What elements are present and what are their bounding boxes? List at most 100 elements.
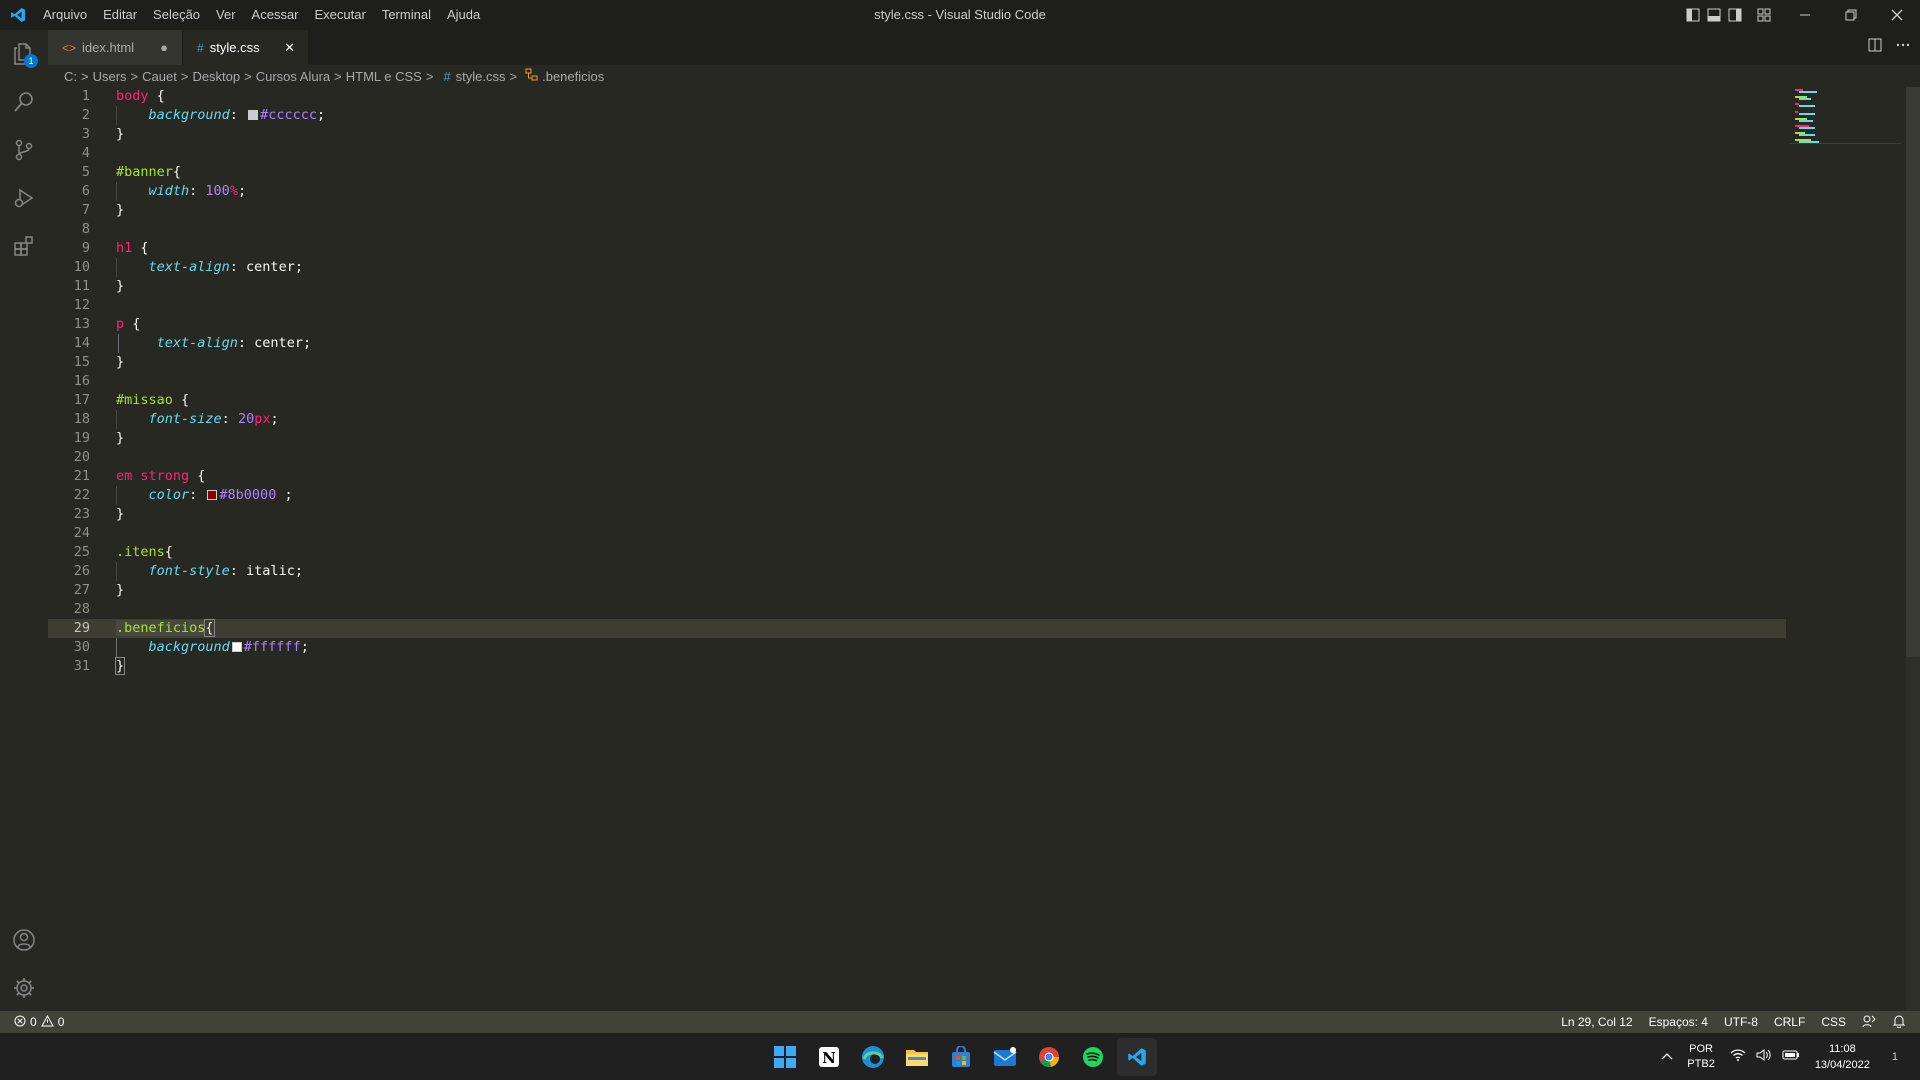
line-number: 19 xyxy=(73,430,90,446)
line-number: 26 xyxy=(73,563,90,579)
edge-browser-icon[interactable] xyxy=(853,1038,893,1076)
customize-layout-icon[interactable] xyxy=(1753,0,1774,30)
breadcrumb-item[interactable]: .beneficios xyxy=(542,69,604,84)
css-file-icon: # xyxy=(443,68,451,84)
accounts-icon[interactable] xyxy=(0,916,48,964)
menu-ajuda[interactable]: Ajuda xyxy=(439,0,488,30)
menu-terminal[interactable]: Terminal xyxy=(374,0,439,30)
extensions-icon[interactable] xyxy=(0,222,48,270)
tab-idex-html[interactable]: <> idex.html ● xyxy=(48,30,184,65)
breadcrumb-item[interactable]: style.css xyxy=(456,69,506,84)
menu-selecao[interactable]: Seleção xyxy=(145,0,208,30)
toggle-secondary-sidebar-icon[interactable] xyxy=(1724,0,1745,30)
code-line: 19} xyxy=(48,429,1786,448)
chevron-right-icon: > xyxy=(244,68,252,84)
line-number: 2 xyxy=(81,107,90,123)
breadcrumb-item[interactable]: C: xyxy=(64,69,77,84)
battery-icon[interactable] xyxy=(1782,1049,1800,1064)
breadcrumb-item[interactable]: Cauet xyxy=(142,69,177,84)
tab-label: idex.html xyxy=(82,40,135,55)
close-window-button[interactable] xyxy=(1874,0,1920,30)
breadcrumb-item[interactable]: Users xyxy=(93,69,127,84)
modified-dot-icon[interactable]: ● xyxy=(156,40,172,55)
code-line: 11} xyxy=(48,277,1786,296)
code-line: 23} xyxy=(48,505,1786,524)
restore-button[interactable] xyxy=(1828,0,1874,30)
code-line: 14 text-align: center; xyxy=(48,334,1786,353)
line-number: 31 xyxy=(73,658,90,674)
feedback-icon[interactable] xyxy=(1862,1014,1876,1031)
input-language[interactable]: POR PTB2 xyxy=(1687,1042,1715,1072)
vertical-scrollbar[interactable] xyxy=(1906,87,1920,1011)
notion-icon[interactable]: N xyxy=(809,1038,849,1076)
notifications-bell-icon[interactable] xyxy=(1892,1014,1906,1031)
code-editor[interactable]: 1 body { 2 background: #cccccc; 3} 4 5 #ba… xyxy=(48,87,1920,1011)
status-bar: 0 0 Ln 29, Col 12 Espaços: 4 UTF-8 CRLF … xyxy=(0,1011,1920,1033)
menu-editar[interactable]: Editar xyxy=(95,0,145,30)
volume-icon[interactable] xyxy=(1756,1048,1772,1065)
code-line: 18 font-size: 20px; xyxy=(48,410,1786,429)
editor-tab-bar: <> idex.html ● # style.css ✕ xyxy=(48,30,1920,65)
color-swatch[interactable] xyxy=(207,490,218,500)
code-line: 8 xyxy=(48,220,1786,239)
color-swatch[interactable] xyxy=(248,110,259,120)
clock-date: 13/04/2022 xyxy=(1814,1058,1870,1071)
breadcrumb: C: > Users > Cauet > Desktop > Cursos Alura >… xyxy=(64,65,604,87)
breadcrumb-item[interactable]: Desktop xyxy=(192,69,240,84)
breadcrumb-item[interactable]: HTML e CSS xyxy=(346,69,422,84)
problems-indicator[interactable]: 0 0 xyxy=(14,1011,64,1033)
error-count: 0 xyxy=(30,1015,37,1029)
menu-acessar[interactable]: Acessar xyxy=(244,0,307,30)
vscode-taskbar-icon[interactable] xyxy=(1117,1038,1157,1076)
windows-start-icon[interactable] xyxy=(765,1038,805,1076)
menu-executar[interactable]: Executar xyxy=(307,0,374,30)
line-number: 17 xyxy=(73,392,90,408)
language-mode[interactable]: CSS xyxy=(1821,1015,1846,1029)
tab-style-css[interactable]: # style.css ✕ xyxy=(183,30,309,65)
microsoft-store-icon[interactable] xyxy=(941,1038,981,1076)
vscode-logo-icon xyxy=(0,0,35,30)
line-number: 12 xyxy=(73,297,90,313)
source-control-icon[interactable] xyxy=(0,126,48,174)
split-editor-icon[interactable] xyxy=(1868,38,1882,57)
line-number: 13 xyxy=(73,316,90,332)
scrollbar-thumb[interactable] xyxy=(1906,87,1920,657)
minimize-button[interactable] xyxy=(1782,0,1828,30)
spotify-icon[interactable] xyxy=(1073,1038,1113,1076)
explorer-icon[interactable]: 1 xyxy=(0,30,48,78)
code-line: 16 xyxy=(48,372,1786,391)
end-of-line[interactable]: CRLF xyxy=(1774,1015,1805,1029)
close-tab-icon[interactable]: ✕ xyxy=(282,40,298,56)
menu-arquivo[interactable]: Arquivo xyxy=(35,0,95,30)
line-number: 4 xyxy=(81,145,90,161)
error-icon xyxy=(14,1015,26,1030)
chevron-right-icon: > xyxy=(81,68,89,84)
chevron-right-icon: > xyxy=(334,68,342,84)
clock[interactable]: 11:08 13/04/2022 xyxy=(1815,1041,1870,1073)
indentation[interactable]: Espaços: 4 xyxy=(1649,1015,1708,1029)
code-line: 22 color: #8b0000 ; xyxy=(48,486,1786,505)
color-swatch[interactable] xyxy=(231,642,242,652)
search-icon[interactable] xyxy=(0,78,48,126)
more-actions-icon[interactable] xyxy=(1896,38,1910,57)
chevron-right-icon: > xyxy=(509,68,518,84)
mail-icon[interactable] xyxy=(985,1038,1025,1076)
breadcrumb-item[interactable]: Cursos Alura xyxy=(256,69,330,84)
code-line: 12 xyxy=(48,296,1786,315)
code-line: 17 #missao { xyxy=(48,391,1786,410)
notification-count[interactable]: 1 xyxy=(1892,1051,1898,1063)
encoding[interactable]: UTF-8 xyxy=(1724,1015,1758,1029)
run-debug-icon[interactable] xyxy=(0,174,48,222)
file-explorer-icon[interactable] xyxy=(897,1038,937,1076)
minimap[interactable] xyxy=(1789,87,1903,147)
settings-gear-icon[interactable] xyxy=(0,964,48,1012)
chrome-icon[interactable] xyxy=(1029,1038,1069,1076)
code-line: 4 xyxy=(48,144,1786,163)
toggle-panel-icon[interactable] xyxy=(1703,0,1724,30)
wifi-icon[interactable] xyxy=(1730,1049,1746,1064)
chevron-up-icon[interactable] xyxy=(1661,1051,1673,1063)
code-line: 9 h1 { xyxy=(48,239,1786,258)
toggle-primary-sidebar-icon[interactable] xyxy=(1682,0,1703,30)
cursor-position[interactable]: Ln 29, Col 12 xyxy=(1561,1015,1632,1029)
menu-ver[interactable]: Ver xyxy=(208,0,244,30)
